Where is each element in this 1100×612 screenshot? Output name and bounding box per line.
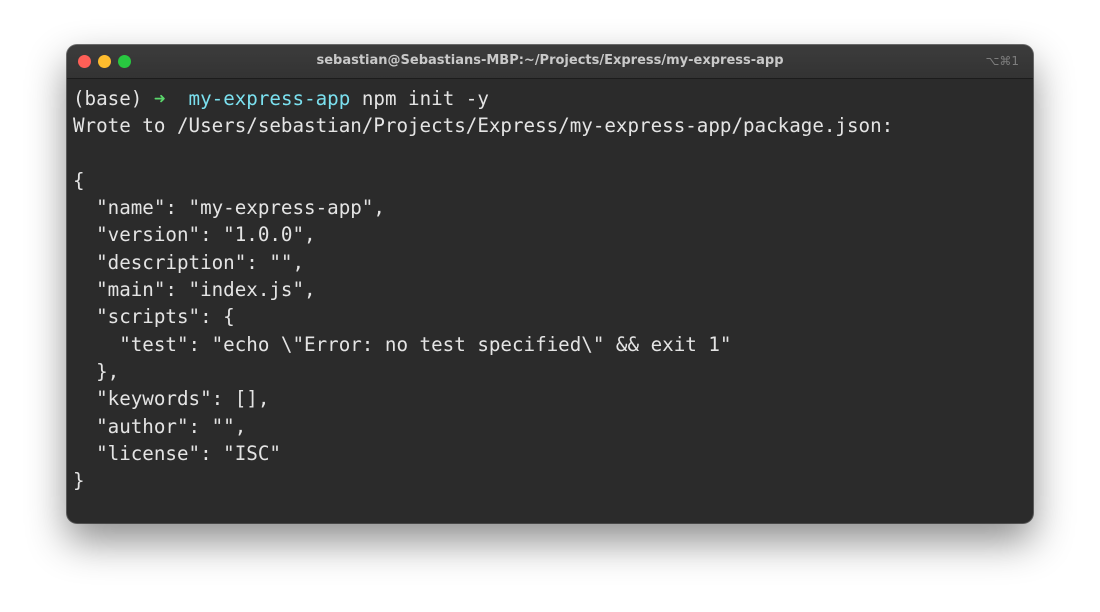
command-text: npm init -y [361,87,489,110]
window-title: sebastian@Sebastians-MBP:~/Projects/Expr… [316,53,784,68]
output-line: } [73,469,85,493]
output-line: "version": "1.0.0", [73,223,316,247]
output-line: }, [73,359,120,383]
prompt-arrow-icon: ➜ [153,87,166,110]
terminal-content[interactable]: (base) ➜ my-express-app npm init -y Wrot… [73,85,1023,515]
title-bar[interactable]: sebastian@Sebastians-MBP:~/Projects/Expr… [67,45,1033,79]
output-line: { [73,168,85,192]
output-line: "description": "", [73,250,305,274]
output-line: "name": "my-express-app", [73,196,385,220]
output-line: Wrote to /Users/sebastian/Projects/Expre… [73,114,894,138]
window-shortcut: ⌥⌘1 [985,54,1019,68]
prompt-line: (base) ➜ my-express-app npm init -y [73,85,1023,112]
output-line: "author": "", [73,414,247,438]
output-line: "main": "index.js", [73,278,316,302]
output-line: "keywords": [], [73,387,270,411]
output-line: "test": "echo \"Error: no test specified… [73,332,732,356]
output-line: "scripts": { [73,305,235,329]
output-line: "license": "ISC" [73,441,281,465]
current-directory: my-express-app [188,87,351,110]
conda-env: (base) [73,87,143,110]
terminal-window: sebastian@Sebastians-MBP:~/Projects/Expr… [67,45,1033,523]
